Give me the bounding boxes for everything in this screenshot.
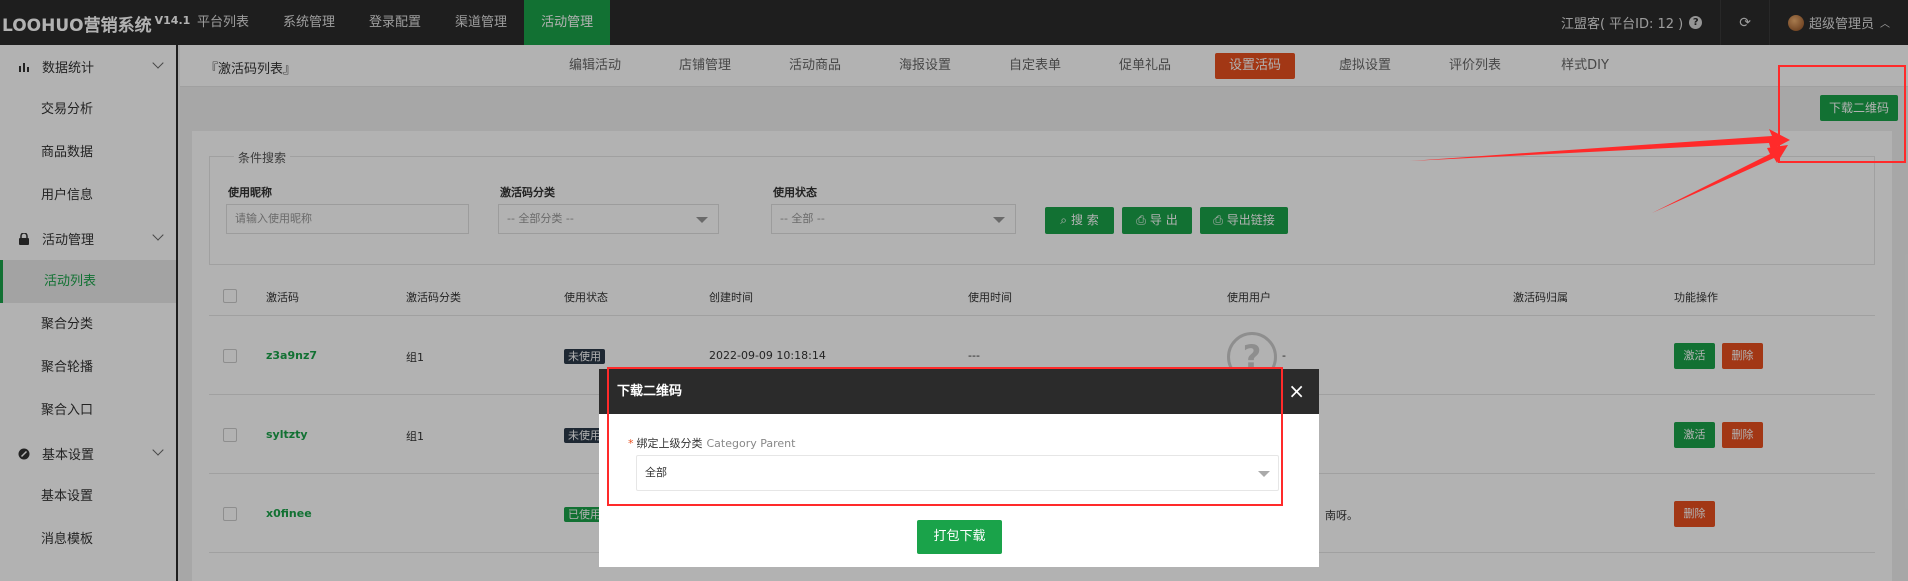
- arrow-1: [1410, 129, 1790, 161]
- arrow-2: [1652, 145, 1788, 213]
- annotation-arrows: [1410, 129, 1790, 213]
